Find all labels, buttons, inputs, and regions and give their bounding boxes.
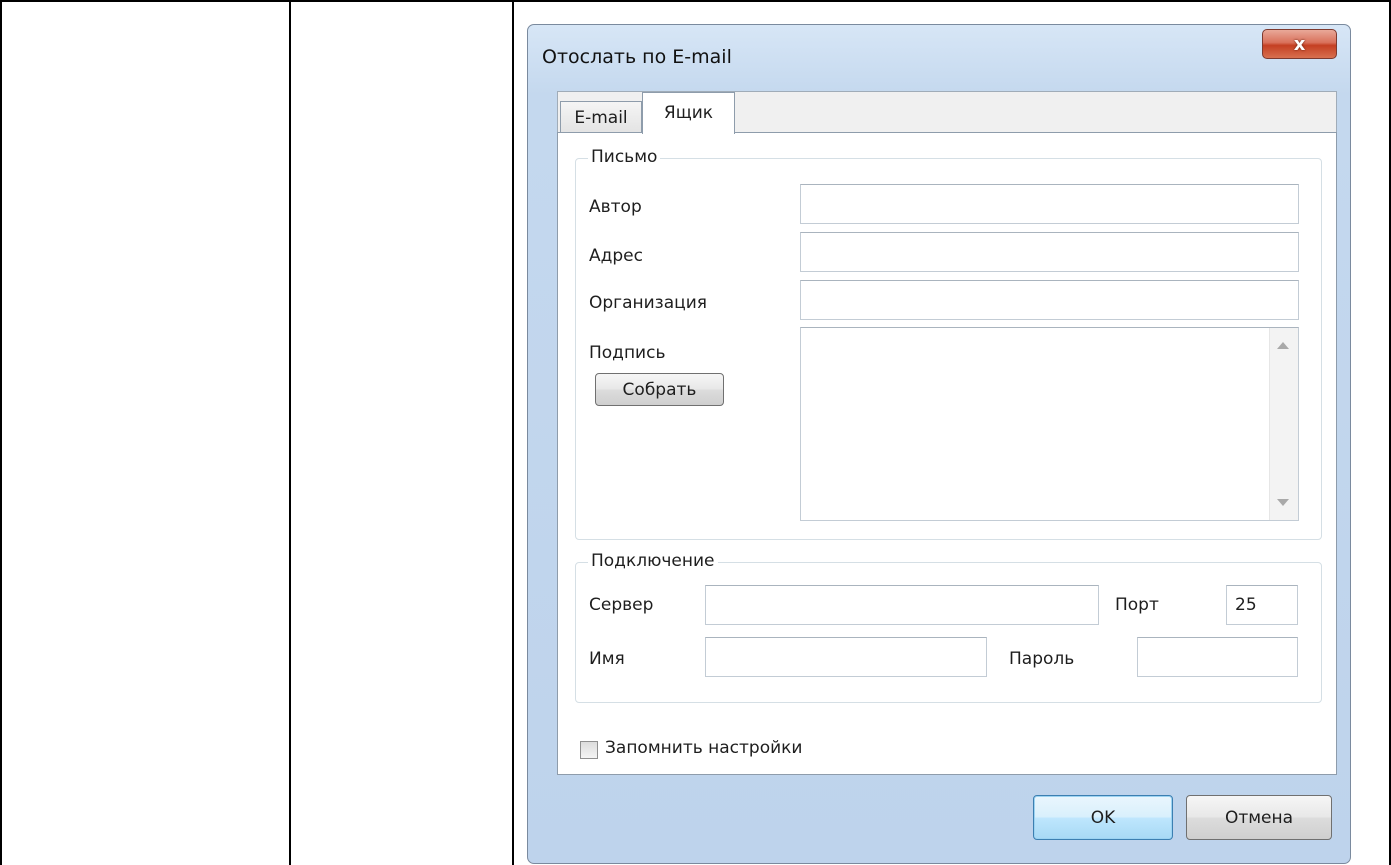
ok-button-label: OK [1090, 807, 1116, 828]
address-label: Адрес [589, 246, 643, 266]
port-field[interactable] [1226, 585, 1298, 625]
title-bar[interactable]: Отослать по E-mail x [528, 25, 1350, 93]
cancel-button-label: Отмена [1224, 807, 1294, 828]
table-column-divider-2 [512, 0, 514, 865]
organization-label: Организация [589, 293, 707, 313]
tab-email-label: E-mail [574, 107, 628, 128]
password-field[interactable] [1137, 637, 1298, 677]
table-border-left [0, 0, 2, 865]
ok-button[interactable]: OK [1033, 795, 1173, 840]
name-field[interactable] [705, 637, 987, 677]
table-column-divider-1 [289, 0, 291, 865]
tab-panel-mailbox: Письмо Автор Адрес Организация Подпись С… [557, 132, 1337, 775]
letter-group-title: Письмо [588, 147, 661, 167]
name-label: Имя [589, 649, 625, 669]
scroll-up-arrow-icon[interactable] [1277, 342, 1289, 349]
close-button[interactable]: x [1262, 29, 1337, 59]
organization-field[interactable] [800, 280, 1299, 320]
remember-settings-label[interactable]: Запомнить настройки [605, 738, 802, 758]
signature-textarea[interactable] [800, 327, 1299, 521]
close-icon: x [1293, 33, 1306, 55]
connection-group-title: Подключение [588, 551, 718, 571]
remember-settings-checkbox[interactable] [580, 741, 598, 759]
collect-button[interactable]: Собрать [595, 373, 724, 406]
dialog-title: Отослать по E-mail [542, 46, 732, 68]
signature-scrollbar[interactable] [1269, 328, 1298, 520]
collect-button-label: Собрать [622, 379, 697, 400]
server-label: Сервер [589, 595, 654, 615]
author-field[interactable] [800, 184, 1299, 224]
send-email-dialog: Отослать по E-mail x E-mail Ящик Письмо … [527, 24, 1351, 864]
signature-label: Подпись [589, 343, 666, 363]
table-top-border [0, 0, 1391, 2]
tab-email[interactable]: E-mail [560, 101, 642, 133]
scroll-down-arrow-icon[interactable] [1277, 499, 1289, 506]
author-label: Автор [589, 197, 642, 217]
tab-mailbox[interactable]: Ящик [642, 92, 735, 134]
connection-group: Подключение Сервер Порт Имя Пароль [575, 551, 1322, 703]
tab-mailbox-label: Ящик [663, 103, 714, 123]
letter-group: Письмо Автор Адрес Организация Подпись С… [575, 147, 1322, 540]
address-field[interactable] [800, 232, 1299, 272]
port-label: Порт [1115, 595, 1159, 615]
server-field[interactable] [705, 585, 1099, 625]
password-label: Пароль [1009, 649, 1075, 669]
cancel-button[interactable]: Отмена [1186, 795, 1332, 840]
